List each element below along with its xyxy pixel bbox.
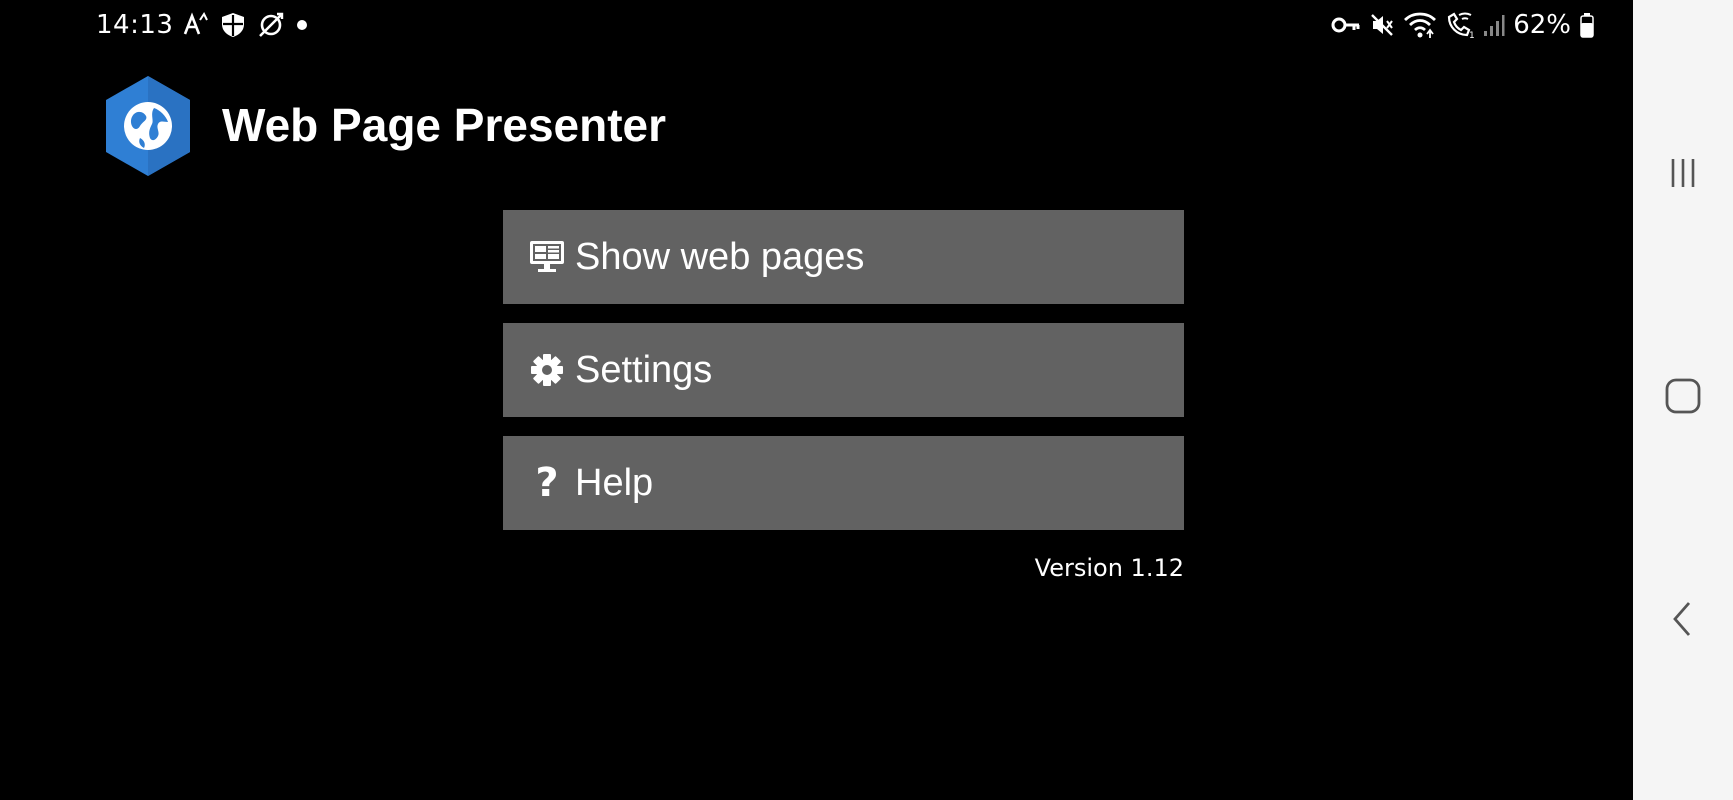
version-label: Version 1.12 bbox=[1034, 554, 1184, 582]
key-icon bbox=[1331, 15, 1361, 35]
svg-text:1: 1 bbox=[1469, 31, 1475, 39]
status-bar-left: 14:13 bbox=[96, 8, 309, 42]
back-icon[interactable] bbox=[1660, 596, 1706, 642]
mute-icon bbox=[1369, 12, 1395, 38]
notification-dot-icon bbox=[295, 18, 309, 32]
wifi-calling-icon: 1 bbox=[1445, 11, 1475, 39]
font-size-icon bbox=[183, 12, 209, 38]
main-menu: Show web pages Settings ? Help bbox=[503, 210, 1184, 549]
sync-off-icon bbox=[257, 11, 285, 39]
question-icon: ? bbox=[535, 460, 559, 506]
recents-icon[interactable] bbox=[1660, 150, 1706, 196]
show-web-pages-label: Show web pages bbox=[575, 235, 865, 278]
gear-icon bbox=[525, 348, 569, 392]
wifi-icon bbox=[1403, 11, 1437, 39]
help-button[interactable]: ? Help bbox=[503, 436, 1184, 530]
home-icon[interactable] bbox=[1660, 373, 1706, 419]
settings-button[interactable]: Settings bbox=[503, 323, 1184, 417]
monitor-icon bbox=[525, 235, 569, 279]
shield-icon bbox=[219, 11, 247, 39]
status-time: 14:13 bbox=[96, 10, 174, 40]
battery-percent: 62% bbox=[1513, 10, 1571, 40]
help-label: Help bbox=[575, 461, 654, 504]
signal-icon bbox=[1483, 13, 1505, 37]
settings-label: Settings bbox=[575, 348, 713, 391]
app-screen: 14:13 1 62% Web Page Presenter Show web … bbox=[0, 0, 1633, 800]
show-web-pages-button[interactable]: Show web pages bbox=[503, 210, 1184, 304]
app-title: Web Page Presenter bbox=[222, 99, 667, 151]
status-bar-right: 1 62% bbox=[1331, 8, 1595, 42]
battery-icon bbox=[1579, 12, 1595, 38]
globe-hexagon-icon bbox=[104, 74, 192, 178]
